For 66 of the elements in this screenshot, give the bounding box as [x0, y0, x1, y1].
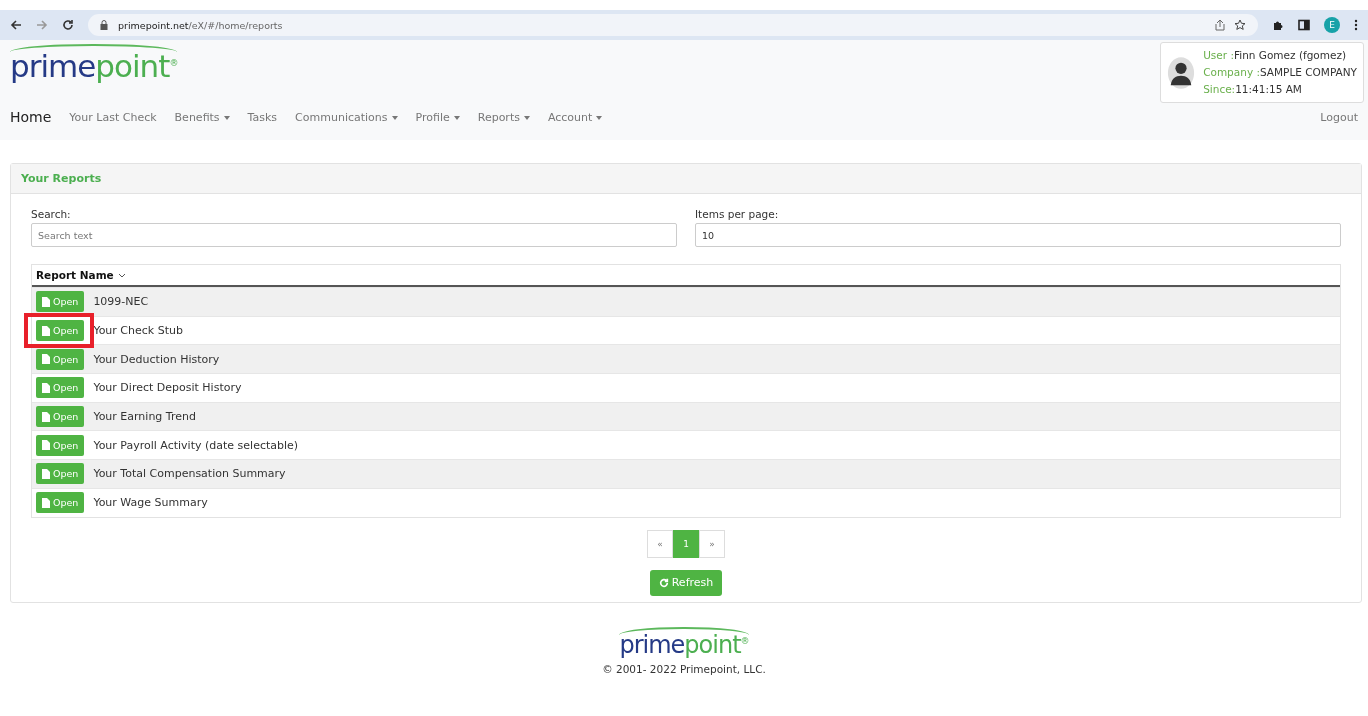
- document-icon: [42, 325, 50, 336]
- footer-logo: primepoint$^{®}$: [619, 627, 749, 659]
- avatar-silhouette-icon: [1167, 55, 1196, 90]
- user-field-label: Company :: [1203, 66, 1260, 78]
- puzzle-icon[interactable]: [1272, 19, 1284, 31]
- url-host: primepoint.net: [118, 19, 189, 31]
- share-icon[interactable]: [1214, 19, 1226, 31]
- next-page-button[interactable]: »: [699, 529, 725, 558]
- open-button[interactable]: Open: [36, 377, 85, 399]
- lock-icon: [100, 20, 108, 30]
- panel-title: Your Reports: [11, 164, 1361, 194]
- reload-icon[interactable]: [62, 19, 74, 31]
- document-icon: [42, 411, 50, 422]
- url-path: /eX/#/home/reports: [188, 19, 283, 31]
- open-button[interactable]: Open: [36, 320, 85, 342]
- logout-link[interactable]: Logout: [1320, 110, 1358, 124]
- user-field-value: Finn Gomez (fgomez): [1233, 49, 1347, 61]
- sort-chevron-icon[interactable]: [117, 272, 126, 278]
- report-name: Your Check Stub: [93, 324, 183, 338]
- nav-link[interactable]: Account: [547, 110, 603, 124]
- document-icon: [42, 497, 50, 508]
- document-icon: [42, 354, 50, 365]
- user-field-label: Since:: [1203, 83, 1236, 95]
- open-button[interactable]: Open: [36, 434, 85, 456]
- document-icon: [42, 296, 50, 307]
- open-button[interactable]: Open: [36, 463, 85, 485]
- open-button[interactable]: Open: [36, 348, 85, 370]
- profile-avatar[interactable]: E: [1324, 17, 1340, 33]
- document-icon: [42, 468, 50, 479]
- back-arrow-icon[interactable]: [10, 19, 22, 31]
- refresh-button[interactable]: Refresh: [649, 569, 723, 596]
- nav-link[interactable]: Reports: [477, 110, 530, 124]
- items-per-page-label: Items per page:: [695, 208, 780, 220]
- report-name: Your Deduction History: [93, 352, 220, 366]
- side-panel-icon[interactable]: [1298, 19, 1310, 31]
- star-icon[interactable]: [1234, 19, 1246, 31]
- open-button[interactable]: Open: [36, 492, 85, 514]
- nav-link[interactable]: Home: [10, 109, 52, 125]
- report-name: Your Direct Deposit History: [93, 381, 242, 395]
- nav-link[interactable]: Communications: [295, 110, 398, 124]
- report-name: Your Total Compensation Summary: [93, 467, 286, 481]
- previous-page-button[interactable]: «: [647, 529, 673, 558]
- report-name: Your Payroll Activity (date selectable): [93, 438, 299, 452]
- logo: primepoint$^{®}$: [10, 44, 178, 84]
- nav-link[interactable]: Tasks: [247, 110, 278, 124]
- report-name: Your Earning Trend: [93, 410, 196, 424]
- document-icon: [42, 382, 50, 393]
- report-name: Your Wage Summary: [93, 496, 208, 510]
- nav-link[interactable]: Your Last Check: [69, 110, 157, 124]
- more-icon[interactable]: [1354, 19, 1358, 31]
- open-button[interactable]: Open: [36, 291, 85, 313]
- search-field[interactable]: Search text: [31, 223, 677, 247]
- nav-link[interactable]: Profile: [415, 110, 460, 124]
- nav-link[interactable]: Benefits: [174, 110, 230, 124]
- column-header[interactable]: Report Name: [36, 269, 114, 281]
- address-bar[interactable]: primepoint.net/eX/#/home/reports: [88, 14, 1258, 36]
- copyright-text: © 2001- 2022 Primepoint, LLC.: [602, 663, 766, 675]
- items-per-page-field[interactable]: 10: [695, 223, 1341, 247]
- page-button[interactable]: 1: [673, 529, 699, 558]
- document-icon: [42, 440, 50, 451]
- user-field-value: 11:41:15 AM: [1235, 83, 1302, 95]
- open-button[interactable]: Open: [36, 406, 85, 428]
- search-label: Search:: [31, 208, 72, 220]
- refresh-icon: [658, 577, 669, 588]
- user-field-label: User :: [1203, 49, 1234, 61]
- report-name: 1099-NEC: [93, 295, 149, 309]
